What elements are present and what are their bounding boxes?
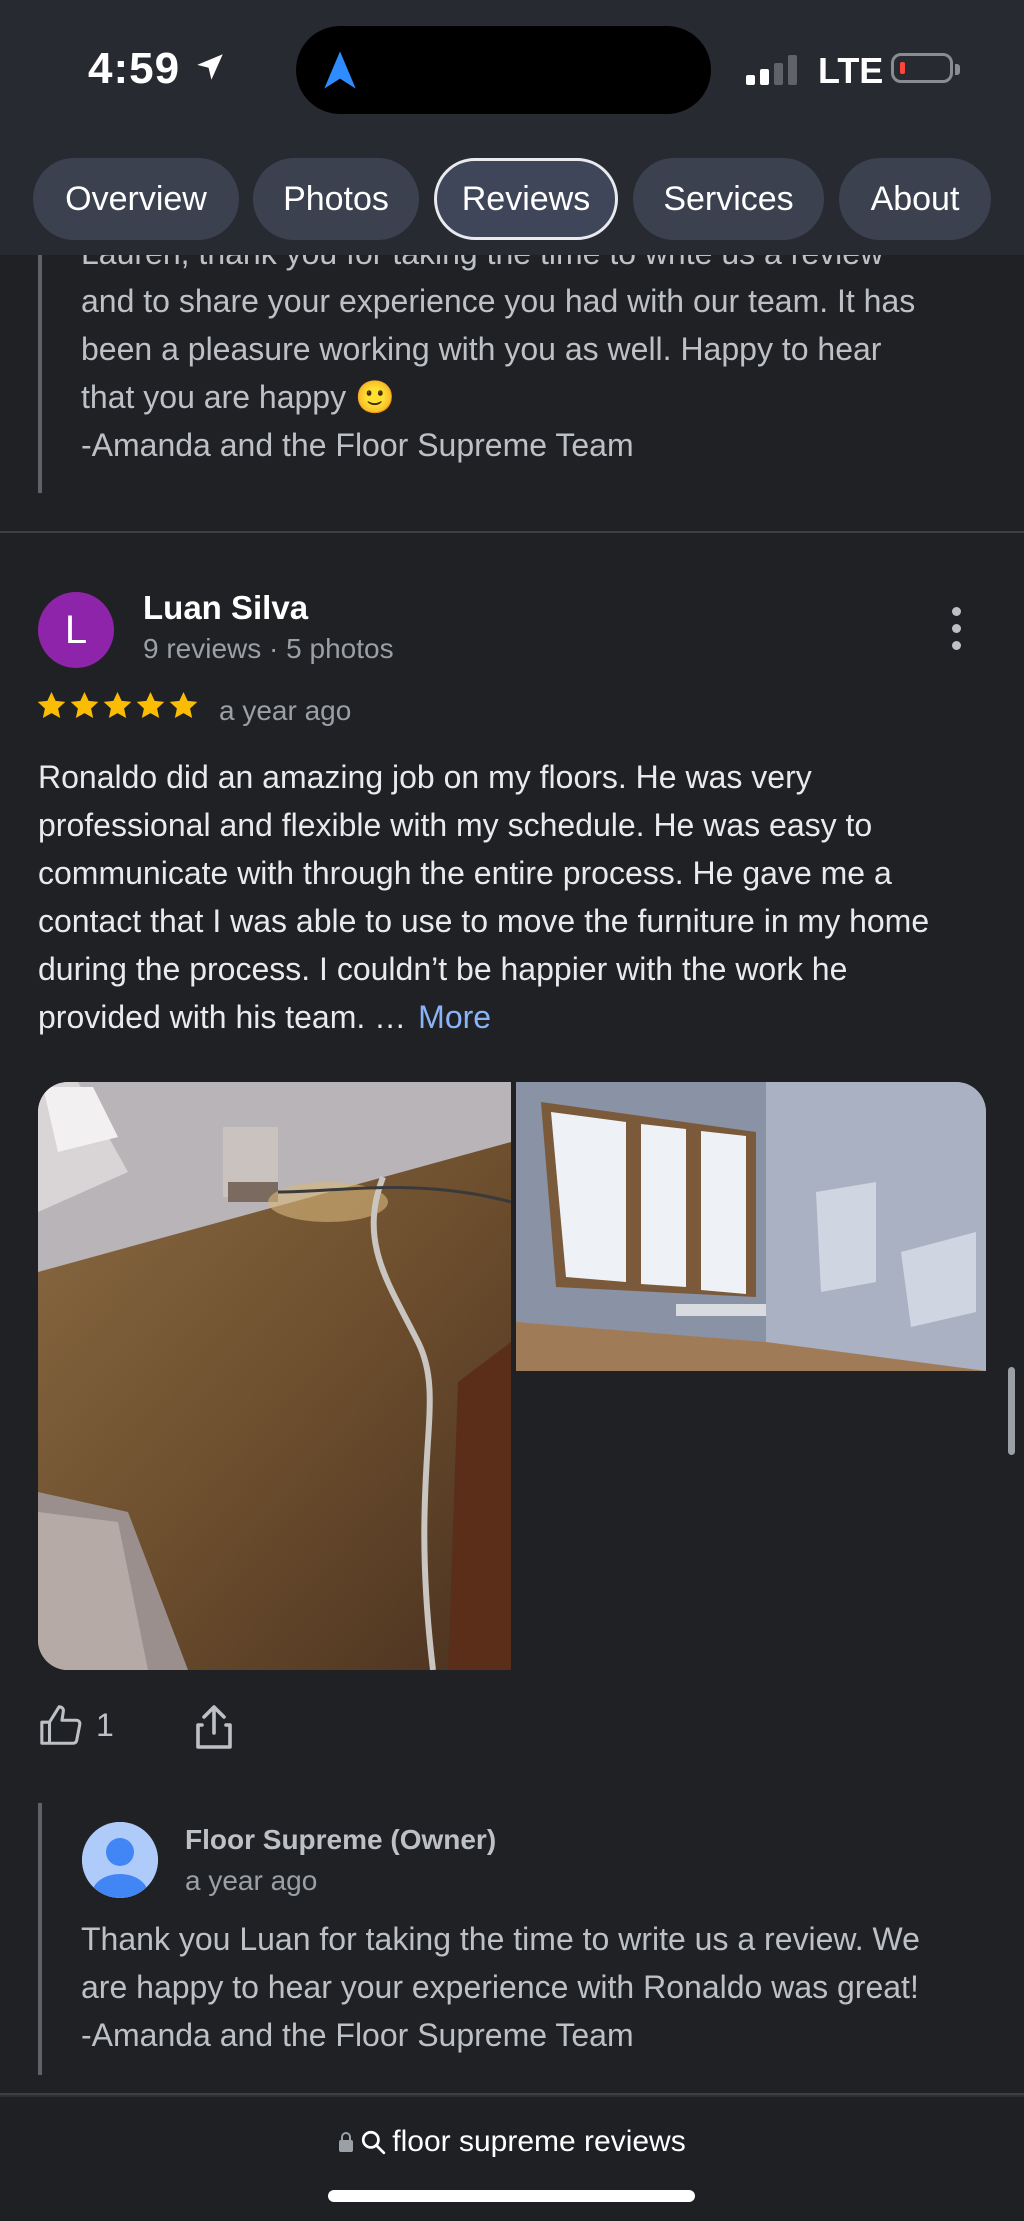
owner-name: Floor Supreme (Owner)	[185, 1824, 497, 1855]
scrollbar[interactable]	[1008, 1367, 1015, 1455]
owner-reply-date: a year ago	[185, 1865, 318, 1896]
network-type: LTE	[818, 50, 884, 91]
review-photo-room[interactable]	[516, 1082, 986, 1371]
tab-reviews[interactable]: Reviews	[434, 158, 618, 240]
address-bar[interactable]: floor supreme reviews	[0, 2125, 1024, 2159]
search-icon	[362, 2130, 386, 2155]
tab-services[interactable]: Services	[633, 158, 824, 240]
star-icon	[37, 691, 66, 719]
review-body: Ronaldo did an amazing job on my floors.…	[38, 759, 930, 1035]
share-icon[interactable]	[194, 1703, 234, 1751]
home-indicator[interactable]	[328, 2190, 695, 2202]
prev-owner-reply-text: Lauren, thank you for taking the time to…	[81, 255, 916, 463]
star-icon	[103, 691, 132, 719]
reviewer-meta: 9 reviews · 5 photos	[143, 633, 394, 664]
battery-icon	[891, 53, 960, 83]
reviews-list[interactable]: Lauren, thank you for taking the time to…	[0, 255, 1024, 2095]
more-link[interactable]: More	[418, 999, 491, 1035]
dynamic-island	[296, 26, 711, 114]
star-icon	[169, 691, 198, 719]
reviewer-avatar[interactable]: L	[38, 592, 114, 668]
tab-about[interactable]: About	[839, 158, 991, 240]
owner-reply-text: Thank you Luan for taking the time to wr…	[81, 1921, 920, 2053]
reply-indent-bar	[38, 255, 42, 493]
status-time: 4:59	[88, 44, 181, 93]
review-photo-floor[interactable]	[38, 1082, 511, 1670]
location-arrow-icon	[197, 54, 223, 80]
tab-photos[interactable]: Photos	[253, 158, 419, 240]
reviewer-name[interactable]: Luan Silva	[143, 589, 308, 627]
owner-reply-bar	[38, 1803, 42, 2075]
thumbs-up-icon[interactable]	[38, 1703, 84, 1749]
review-divider	[0, 531, 1024, 533]
star-icon	[70, 691, 99, 719]
browser-bottom-bar: floor supreme reviews	[0, 2095, 1024, 2221]
review-date: a year ago	[219, 695, 352, 726]
status-bar: 4:59 LTE	[0, 0, 1024, 140]
place-tabs: Overview Photos Reviews Services About	[0, 140, 1024, 255]
smile-emoji: 🙂	[354, 379, 395, 415]
lock-icon	[339, 2132, 354, 2152]
navigation-icon	[324, 51, 356, 89]
address-text: floor supreme reviews	[392, 2125, 686, 2158]
star-rating	[36, 690, 199, 721]
tab-overview[interactable]: Overview	[33, 158, 239, 240]
owner-avatar	[82, 1822, 158, 1898]
cellular-signal-icon	[746, 55, 802, 85]
star-icon	[136, 691, 165, 719]
more-options-icon[interactable]	[946, 607, 966, 653]
like-count: 1	[96, 1707, 114, 1743]
